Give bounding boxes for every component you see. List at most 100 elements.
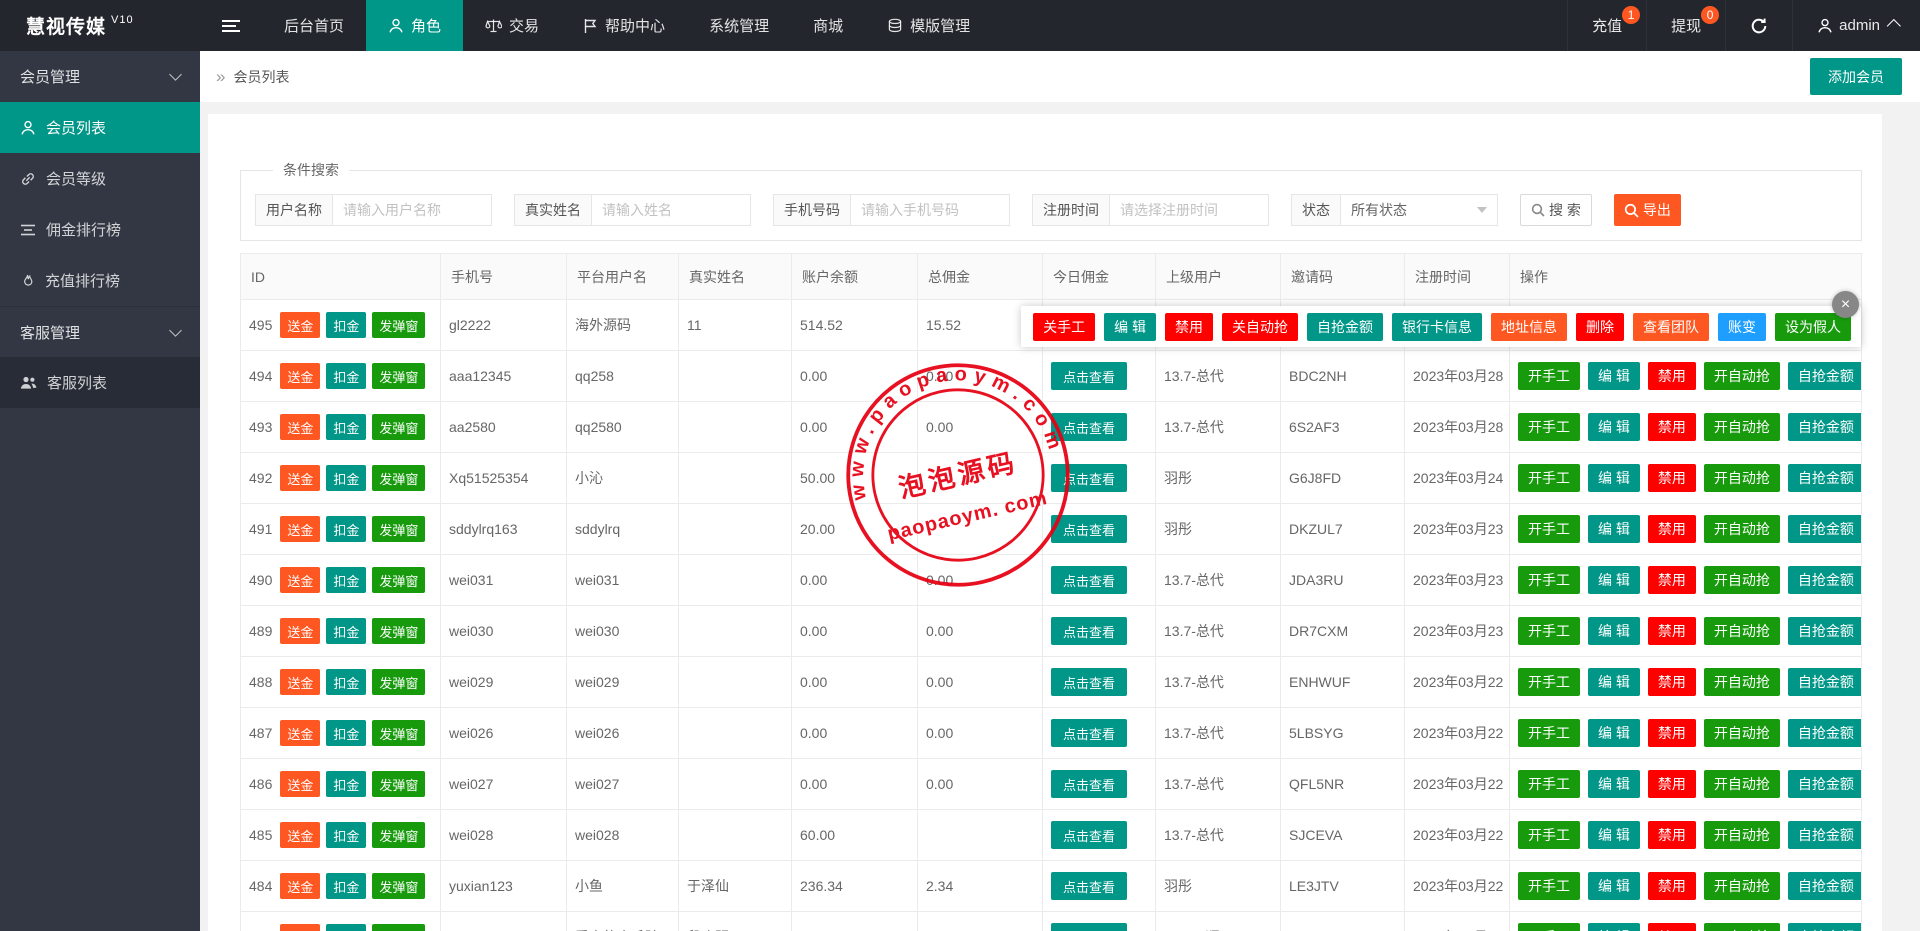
删除-button[interactable]: 删除 [1576, 312, 1624, 341]
扣金-button[interactable]: 扣金 [326, 516, 367, 542]
编辑-button[interactable]: 编 辑 [1588, 464, 1640, 492]
开自动抢-button[interactable]: 开自动抢 [1703, 923, 1780, 931]
送金-button[interactable]: 送金 [280, 516, 321, 542]
扣金-button[interactable]: 扣金 [326, 312, 367, 338]
withdraw-nav-item[interactable]: 提现 0 [1646, 0, 1725, 51]
发弹窗-button[interactable]: 发弹窗 [372, 822, 426, 848]
sidebar-item-客服列表[interactable]: 客服列表 [0, 357, 200, 408]
开自动抢-button[interactable]: 开自动抢 [1703, 362, 1780, 390]
编辑-button[interactable]: 编 辑 [1104, 312, 1156, 341]
user-menu[interactable]: admin [1792, 0, 1920, 51]
nav-item-角色[interactable]: 角色 [366, 0, 464, 51]
开手工-button[interactable]: 开手工 [1518, 923, 1580, 931]
禁用-button[interactable]: 禁用 [1647, 413, 1696, 441]
view-commission-button[interactable]: 点击查看 [1051, 362, 1128, 390]
关自动抢-button[interactable]: 关自动抢 [1222, 312, 1298, 341]
开自动抢-button[interactable]: 开自动抢 [1703, 566, 1780, 594]
refresh-button[interactable] [1725, 0, 1792, 51]
送金-button[interactable]: 送金 [280, 567, 321, 593]
sidebar-item-会员等级[interactable]: 会员等级 [0, 153, 200, 204]
编辑-button[interactable]: 编 辑 [1588, 362, 1640, 390]
编辑-button[interactable]: 编 辑 [1588, 923, 1640, 931]
送金-button[interactable]: 送金 [280, 771, 321, 797]
扣金-button[interactable]: 扣金 [326, 363, 367, 389]
view-commission-button[interactable]: 点击查看 [1051, 719, 1128, 747]
编辑-button[interactable]: 编 辑 [1588, 515, 1640, 543]
发弹窗-button[interactable]: 发弹窗 [372, 669, 426, 695]
编辑-button[interactable]: 编 辑 [1588, 770, 1640, 798]
扣金-button[interactable]: 扣金 [326, 669, 367, 695]
status-select[interactable]: 所有状态 [1340, 194, 1498, 226]
开自动抢-button[interactable]: 开自动抢 [1703, 872, 1780, 900]
sidebar-group-会员管理[interactable]: 会员管理 [0, 51, 200, 102]
禁用-button[interactable]: 禁用 [1647, 770, 1696, 798]
自抢金额-button[interactable]: 自抢金额 [1787, 923, 1861, 931]
送金-button[interactable]: 送金 [280, 414, 321, 440]
view-commission-button[interactable]: 点击查看 [1051, 821, 1128, 849]
编辑-button[interactable]: 编 辑 [1588, 872, 1640, 900]
nav-item-帮助中心[interactable]: 帮助中心 [561, 0, 687, 51]
自抢金额-button[interactable]: 自抢金额 [1787, 464, 1861, 492]
禁用-button[interactable]: 禁用 [1647, 515, 1696, 543]
view-commission-button[interactable]: 点击查看 [1051, 923, 1128, 931]
自抢金额-button[interactable]: 自抢金额 [1787, 719, 1861, 747]
开自动抢-button[interactable]: 开自动抢 [1703, 464, 1780, 492]
发弹窗-button[interactable]: 发弹窗 [372, 771, 426, 797]
扣金-button[interactable]: 扣金 [326, 873, 367, 899]
送金-button[interactable]: 送金 [280, 822, 321, 848]
自抢金额-button[interactable]: 自抢金额 [1307, 312, 1383, 341]
送金-button[interactable]: 送金 [280, 618, 321, 644]
银行卡信息-button[interactable]: 银行卡信息 [1392, 312, 1482, 341]
发弹窗-button[interactable]: 发弹窗 [372, 312, 426, 338]
view-commission-button[interactable]: 点击查看 [1051, 872, 1128, 900]
编辑-button[interactable]: 编 辑 [1588, 719, 1640, 747]
查看团队-button[interactable]: 查看团队 [1633, 312, 1709, 341]
view-commission-button[interactable]: 点击查看 [1051, 464, 1128, 492]
view-commission-button[interactable]: 点击查看 [1051, 566, 1128, 594]
扣金-button[interactable]: 扣金 [326, 414, 367, 440]
编辑-button[interactable]: 编 辑 [1588, 413, 1640, 441]
sidebar-item-会员列表[interactable]: 会员列表 [0, 102, 200, 153]
开自动抢-button[interactable]: 开自动抢 [1703, 617, 1780, 645]
开手工-button[interactable]: 开手工 [1518, 668, 1580, 696]
nav-item-模版管理[interactable]: 模版管理 [865, 0, 992, 51]
自抢金额-button[interactable]: 自抢金额 [1787, 413, 1861, 441]
开手工-button[interactable]: 开手工 [1518, 515, 1580, 543]
扣金-button[interactable]: 扣金 [326, 618, 367, 644]
自抢金额-button[interactable]: 自抢金额 [1787, 668, 1861, 696]
自抢金额-button[interactable]: 自抢金额 [1787, 566, 1861, 594]
view-commission-button[interactable]: 点击查看 [1051, 668, 1128, 696]
禁用-button[interactable]: 禁用 [1165, 312, 1213, 341]
自抢金额-button[interactable]: 自抢金额 [1787, 515, 1861, 543]
禁用-button[interactable]: 禁用 [1647, 464, 1696, 492]
自抢金额-button[interactable]: 自抢金额 [1787, 770, 1861, 798]
发弹窗-button[interactable]: 发弹窗 [372, 465, 426, 491]
add-member-button[interactable]: 添加会员 [1810, 58, 1902, 95]
sidebar-group-客服管理[interactable]: 客服管理 [0, 306, 200, 357]
发弹窗-button[interactable]: 发弹窗 [372, 414, 426, 440]
编辑-button[interactable]: 编 辑 [1588, 821, 1640, 849]
发弹窗-button[interactable]: 发弹窗 [372, 567, 426, 593]
view-commission-button[interactable]: 点击查看 [1051, 770, 1128, 798]
开自动抢-button[interactable]: 开自动抢 [1703, 821, 1780, 849]
送金-button[interactable]: 送金 [280, 312, 321, 338]
发弹窗-button[interactable]: 发弹窗 [372, 873, 426, 899]
发弹窗-button[interactable]: 发弹窗 [372, 618, 426, 644]
发弹窗-button[interactable]: 发弹窗 [372, 363, 426, 389]
送金-button[interactable]: 送金 [280, 873, 321, 899]
nav-item-系统管理[interactable]: 系统管理 [687, 0, 791, 51]
开手工-button[interactable]: 开手工 [1518, 464, 1580, 492]
发弹窗-button[interactable]: 发弹窗 [372, 720, 426, 746]
开自动抢-button[interactable]: 开自动抢 [1703, 770, 1780, 798]
发弹窗-button[interactable]: 发弹窗 [372, 516, 426, 542]
开手工-button[interactable]: 开手工 [1518, 821, 1580, 849]
view-commission-button[interactable]: 点击查看 [1051, 515, 1128, 543]
popup-close-button[interactable]: × [1832, 291, 1859, 318]
扣金-button[interactable]: 扣金 [326, 822, 367, 848]
sidebar-item-佣金排行榜[interactable]: 佣金排行榜 [0, 204, 200, 255]
禁用-button[interactable]: 禁用 [1647, 617, 1696, 645]
nav-item-后台首页[interactable]: 后台首页 [262, 0, 366, 51]
nav-item-商城[interactable]: 商城 [791, 0, 865, 51]
禁用-button[interactable]: 禁用 [1647, 872, 1696, 900]
编辑-button[interactable]: 编 辑 [1588, 617, 1640, 645]
